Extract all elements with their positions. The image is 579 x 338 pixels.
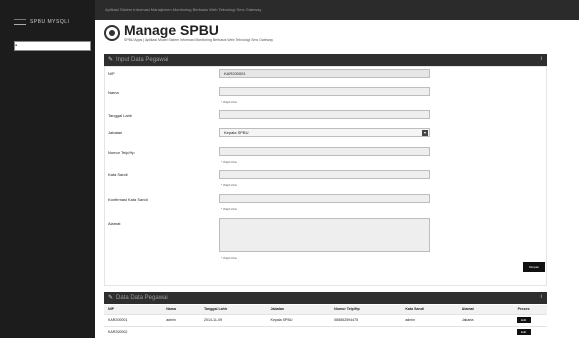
column-header: Nomor Telp/Hp xyxy=(330,305,402,314)
field-label: Jabatan xyxy=(108,130,123,135)
table-cell xyxy=(330,325,402,338)
action-cell: Edit xyxy=(500,313,547,326)
nama-field[interactable] xyxy=(219,87,430,96)
action-cell: Edit xyxy=(500,325,547,338)
table-cell xyxy=(457,325,501,338)
tanggal-lahir-field[interactable] xyxy=(219,110,430,119)
sidebar-search-input[interactable]: ▪ xyxy=(14,41,91,51)
field-hint: * Wajib Diisi xyxy=(221,256,237,260)
field-label: Alamat xyxy=(108,221,121,226)
field-hint: * Wajib Diisi xyxy=(221,100,237,104)
column-header: Tanggal Lahir xyxy=(199,305,267,314)
confirm-password-field[interactable] xyxy=(219,194,430,203)
column-header: Alamat xyxy=(457,305,501,314)
field-label: Tanggal Lahir xyxy=(108,113,133,118)
table-cell xyxy=(401,325,458,338)
submit-button[interactable]: Simpan xyxy=(523,262,545,272)
field-hint: * Wajib Diisi xyxy=(221,160,237,164)
chevron-down-icon[interactable]: ▾ xyxy=(422,130,428,136)
page-logo-icon xyxy=(104,25,120,41)
pencil-icon: ✎ xyxy=(108,295,114,301)
field-label: Konfirmasi Kata Sandi xyxy=(108,197,148,202)
edit-button[interactable]: Edit xyxy=(516,329,531,336)
table-header-row: NIP Nama Tanggal Lahir Jabatan Nomor Tel… xyxy=(104,305,547,314)
page-title: Manage SPBU xyxy=(124,22,219,38)
table-cell: 2014-11-09 xyxy=(199,313,267,326)
nip-field[interactable]: KAR200001 xyxy=(219,69,430,78)
page: SPBU MYSQLI ▪ Aplikasi Sistem Informasi … xyxy=(0,0,579,338)
table-cell: KAR200001 xyxy=(104,313,163,326)
form-panel-header: ✎ Input Data Pegawai ı xyxy=(104,54,547,66)
logo-icon xyxy=(14,19,26,25)
jabatan-value: Kepala SPBU xyxy=(224,130,249,135)
collapse-icon[interactable]: ı xyxy=(540,294,542,300)
column-header: Nama xyxy=(162,305,200,314)
table-cell: Jakarta xyxy=(457,313,501,326)
phone-field[interactable] xyxy=(219,147,430,156)
table-panel-title: Data Data Pegawai xyxy=(116,295,168,301)
table-cell: KAR200002 xyxy=(104,325,163,338)
form-panel-title: Input Data Pegawai xyxy=(116,57,169,63)
edit-button[interactable]: Edit xyxy=(516,317,531,323)
table-row: KAR200002 Edit xyxy=(104,325,547,338)
alamat-textarea[interactable] xyxy=(219,218,430,252)
jabatan-select[interactable]: Kepala SPBU ▾ xyxy=(219,128,430,137)
top-bar-text: Aplikasi Sistem Informasi Manajemen Moni… xyxy=(105,7,262,12)
table-cell: admin xyxy=(401,313,458,326)
table-cell xyxy=(199,325,267,338)
employee-table: NIP Nama Tanggal Lahir Jabatan Nomor Tel… xyxy=(104,305,547,338)
table-cell: 085852594475 xyxy=(330,313,402,326)
column-header: Proses xyxy=(500,305,547,314)
table-cell xyxy=(162,325,200,338)
field-hint: * Wajib Diisi xyxy=(221,207,237,211)
brand-name: SPBU MYSQLI xyxy=(30,19,70,25)
column-header: Kata Sandi xyxy=(401,305,458,314)
field-hint: * Wajib Diisi xyxy=(221,183,237,187)
table-cell xyxy=(266,325,331,338)
sidebar: SPBU MYSQLI ▪ xyxy=(0,0,95,338)
field-label: Nama xyxy=(108,90,119,95)
table-cell: Kepala SPBU xyxy=(266,313,331,326)
password-field[interactable] xyxy=(219,170,430,179)
table-cell: admin xyxy=(162,313,200,326)
page-subtitle: SPBU Apps | Aplikasi Model Sistem Inform… xyxy=(124,38,274,42)
field-label: NIP xyxy=(108,71,115,76)
table-row: KAR200001 admin 2014-11-09 Kepala SPBU 0… xyxy=(104,313,547,326)
brand-logo[interactable]: SPBU MYSQLI xyxy=(14,19,69,25)
column-header: NIP xyxy=(104,305,163,314)
collapse-icon[interactable]: ı xyxy=(540,56,542,62)
field-label: Nomor Telp/Hp xyxy=(108,150,135,155)
pencil-icon: ✎ xyxy=(108,57,114,63)
top-bar: Aplikasi Sistem Informasi Manajemen Moni… xyxy=(95,0,579,20)
field-label: Kata Sandi xyxy=(108,172,128,177)
search-icon: ▪ xyxy=(15,43,18,49)
column-header: Jabatan xyxy=(266,305,331,314)
table-panel-header: ✎ Data Data Pegawai ı xyxy=(104,292,547,304)
